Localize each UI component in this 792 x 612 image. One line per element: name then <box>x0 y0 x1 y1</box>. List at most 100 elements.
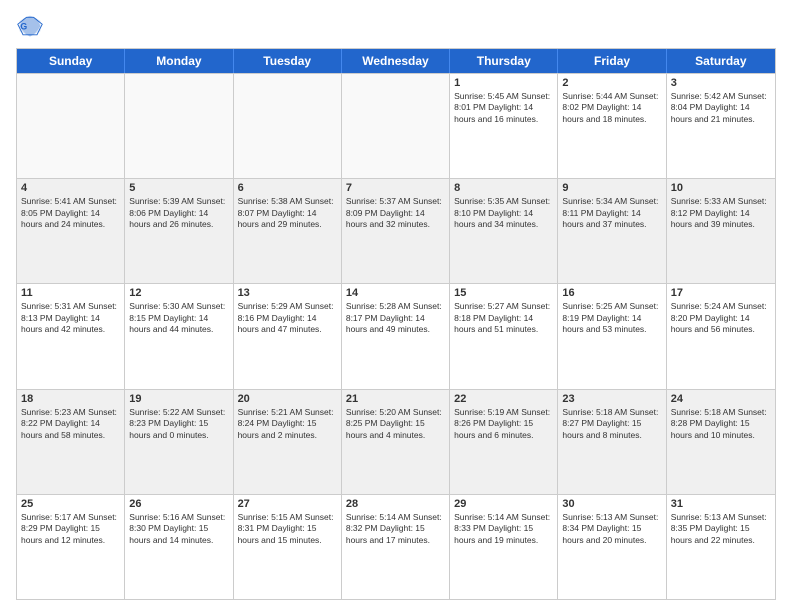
day-number: 5 <box>129 182 228 194</box>
cal-cell <box>125 74 233 178</box>
cal-cell: 10 Sunrise: 5:33 AM Sunset: 8:12 PM Dayli… <box>667 179 775 283</box>
day-number: 26 <box>129 498 228 510</box>
cal-cell: 20 Sunrise: 5:21 AM Sunset: 8:24 PM Dayli… <box>234 390 342 494</box>
day-info: Sunrise: 5:37 AM Sunset: 8:09 PM Dayligh… <box>346 196 445 230</box>
day-number: 29 <box>454 498 553 510</box>
cal-cell: 26 Sunrise: 5:16 AM Sunset: 8:30 PM Dayli… <box>125 495 233 599</box>
day-info: Sunrise: 5:28 AM Sunset: 8:17 PM Dayligh… <box>346 301 445 335</box>
day-number: 15 <box>454 287 553 299</box>
day-number: 19 <box>129 393 228 405</box>
day-number: 1 <box>454 77 553 89</box>
cal-header-sunday: Sunday <box>17 49 125 73</box>
day-number: 13 <box>238 287 337 299</box>
cal-cell: 1Sunrise: 5:45 AM Sunset: 8:01 PM Daylig… <box>450 74 558 178</box>
day-info: Sunrise: 5:30 AM Sunset: 8:15 PM Dayligh… <box>129 301 228 335</box>
cal-cell: 7 Sunrise: 5:37 AM Sunset: 8:09 PM Daylig… <box>342 179 450 283</box>
cal-header-wednesday: Wednesday <box>342 49 450 73</box>
day-info: Sunrise: 5:15 AM Sunset: 8:31 PM Dayligh… <box>238 512 337 546</box>
cal-cell: 11 Sunrise: 5:31 AM Sunset: 8:13 PM Dayli… <box>17 284 125 388</box>
day-number: 21 <box>346 393 445 405</box>
day-info: Sunrise: 5:19 AM Sunset: 8:26 PM Dayligh… <box>454 407 553 441</box>
cal-cell: 22 Sunrise: 5:19 AM Sunset: 8:26 PM Dayli… <box>450 390 558 494</box>
day-number: 20 <box>238 393 337 405</box>
cal-header-thursday: Thursday <box>450 49 558 73</box>
cal-cell: 13 Sunrise: 5:29 AM Sunset: 8:16 PM Dayli… <box>234 284 342 388</box>
cal-cell: 14 Sunrise: 5:28 AM Sunset: 8:17 PM Dayli… <box>342 284 450 388</box>
cal-cell: 21Sunrise: 5:20 AM Sunset: 8:25 PM Dayli… <box>342 390 450 494</box>
day-info: Sunrise: 5:33 AM Sunset: 8:12 PM Dayligh… <box>671 196 771 230</box>
cal-cell: 31 Sunrise: 5:13 AM Sunset: 8:35 PM Dayli… <box>667 495 775 599</box>
day-info: Sunrise: 5:18 AM Sunset: 8:28 PM Dayligh… <box>671 407 771 441</box>
cal-cell: 4 Sunrise: 5:41 AM Sunset: 8:05 PM Daylig… <box>17 179 125 283</box>
day-info: Sunrise: 5:29 AM Sunset: 8:16 PM Dayligh… <box>238 301 337 335</box>
day-number: 7 <box>346 182 445 194</box>
cal-cell: 18Sunrise: 5:23 AM Sunset: 8:22 PM Dayli… <box>17 390 125 494</box>
cal-header-saturday: Saturday <box>667 49 775 73</box>
day-info: Sunrise: 5:24 AM Sunset: 8:20 PM Dayligh… <box>671 301 771 335</box>
cal-header-monday: Monday <box>125 49 233 73</box>
day-info: Sunrise: 5:13 AM Sunset: 8:34 PM Dayligh… <box>562 512 661 546</box>
cal-cell: 16 Sunrise: 5:25 AM Sunset: 8:19 PM Dayli… <box>558 284 666 388</box>
day-info: Sunrise: 5:41 AM Sunset: 8:05 PM Dayligh… <box>21 196 120 230</box>
day-number: 10 <box>671 182 771 194</box>
day-number: 22 <box>454 393 553 405</box>
header: G <box>16 12 776 40</box>
cal-week-4: 18Sunrise: 5:23 AM Sunset: 8:22 PM Dayli… <box>17 389 775 494</box>
cal-week-1: 1Sunrise: 5:45 AM Sunset: 8:01 PM Daylig… <box>17 73 775 178</box>
cal-cell <box>234 74 342 178</box>
day-number: 23 <box>562 393 661 405</box>
day-info: Sunrise: 5:16 AM Sunset: 8:30 PM Dayligh… <box>129 512 228 546</box>
cal-cell: 25 Sunrise: 5:17 AM Sunset: 8:29 PM Dayli… <box>17 495 125 599</box>
day-number: 30 <box>562 498 661 510</box>
day-number: 4 <box>21 182 120 194</box>
cal-cell: 28Sunrise: 5:14 AM Sunset: 8:32 PM Dayli… <box>342 495 450 599</box>
cal-cell: 5Sunrise: 5:39 AM Sunset: 8:06 PM Daylig… <box>125 179 233 283</box>
cal-week-5: 25 Sunrise: 5:17 AM Sunset: 8:29 PM Dayli… <box>17 494 775 599</box>
cal-cell: 23Sunrise: 5:18 AM Sunset: 8:27 PM Dayli… <box>558 390 666 494</box>
cal-cell: 3Sunrise: 5:42 AM Sunset: 8:04 PM Daylig… <box>667 74 775 178</box>
day-number: 8 <box>454 182 553 194</box>
logo-icon: G <box>16 12 44 40</box>
day-number: 12 <box>129 287 228 299</box>
cal-week-2: 4 Sunrise: 5:41 AM Sunset: 8:05 PM Daylig… <box>17 178 775 283</box>
day-info: Sunrise: 5:27 AM Sunset: 8:18 PM Dayligh… <box>454 301 553 335</box>
day-info: Sunrise: 5:44 AM Sunset: 8:02 PM Dayligh… <box>562 91 661 125</box>
cal-cell: 27Sunrise: 5:15 AM Sunset: 8:31 PM Dayli… <box>234 495 342 599</box>
cal-cell: 19Sunrise: 5:22 AM Sunset: 8:23 PM Dayli… <box>125 390 233 494</box>
day-number: 16 <box>562 287 661 299</box>
cal-cell <box>17 74 125 178</box>
day-info: Sunrise: 5:17 AM Sunset: 8:29 PM Dayligh… <box>21 512 120 546</box>
day-number: 28 <box>346 498 445 510</box>
day-info: Sunrise: 5:25 AM Sunset: 8:19 PM Dayligh… <box>562 301 661 335</box>
day-info: Sunrise: 5:21 AM Sunset: 8:24 PM Dayligh… <box>238 407 337 441</box>
page: G SundayMondayTuesdayWednesdayThursdayFr… <box>0 0 792 612</box>
cal-cell: 6Sunrise: 5:38 AM Sunset: 8:07 PM Daylig… <box>234 179 342 283</box>
cal-cell: 9 Sunrise: 5:34 AM Sunset: 8:11 PM Daylig… <box>558 179 666 283</box>
day-number: 25 <box>21 498 120 510</box>
day-number: 31 <box>671 498 771 510</box>
cal-week-3: 11 Sunrise: 5:31 AM Sunset: 8:13 PM Dayli… <box>17 283 775 388</box>
day-info: Sunrise: 5:34 AM Sunset: 8:11 PM Dayligh… <box>562 196 661 230</box>
day-number: 17 <box>671 287 771 299</box>
day-number: 24 <box>671 393 771 405</box>
day-info: Sunrise: 5:35 AM Sunset: 8:10 PM Dayligh… <box>454 196 553 230</box>
cal-cell: 2Sunrise: 5:44 AM Sunset: 8:02 PM Daylig… <box>558 74 666 178</box>
svg-text:G: G <box>20 22 27 32</box>
day-number: 11 <box>21 287 120 299</box>
calendar: SundayMondayTuesdayWednesdayThursdayFrid… <box>16 48 776 600</box>
day-number: 6 <box>238 182 337 194</box>
cal-cell: 17 Sunrise: 5:24 AM Sunset: 8:20 PM Dayli… <box>667 284 775 388</box>
day-number: 3 <box>671 77 771 89</box>
calendar-header-row: SundayMondayTuesdayWednesdayThursdayFrid… <box>17 49 775 73</box>
cal-cell <box>342 74 450 178</box>
cal-cell: 30 Sunrise: 5:13 AM Sunset: 8:34 PM Dayli… <box>558 495 666 599</box>
day-info: Sunrise: 5:13 AM Sunset: 8:35 PM Dayligh… <box>671 512 771 546</box>
cal-header-tuesday: Tuesday <box>234 49 342 73</box>
cal-header-friday: Friday <box>558 49 666 73</box>
day-number: 9 <box>562 182 661 194</box>
cal-cell: 15 Sunrise: 5:27 AM Sunset: 8:18 PM Dayli… <box>450 284 558 388</box>
day-number: 18 <box>21 393 120 405</box>
day-info: Sunrise: 5:31 AM Sunset: 8:13 PM Dayligh… <box>21 301 120 335</box>
day-number: 14 <box>346 287 445 299</box>
day-info: Sunrise: 5:14 AM Sunset: 8:33 PM Dayligh… <box>454 512 553 546</box>
